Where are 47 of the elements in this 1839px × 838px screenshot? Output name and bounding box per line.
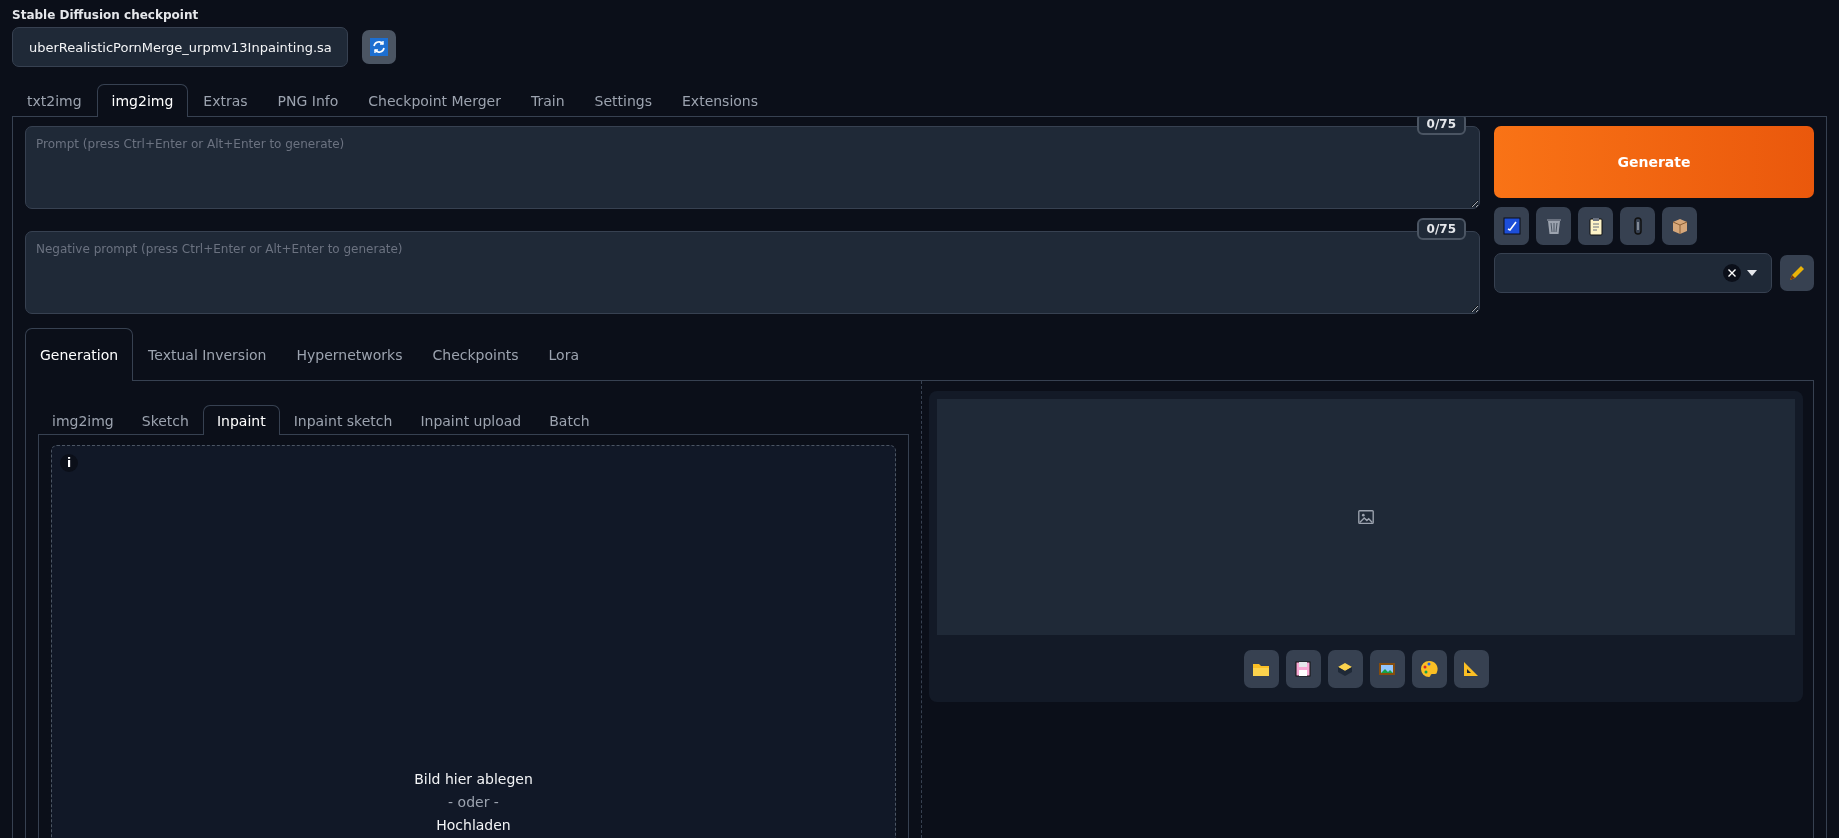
triangle-ruler-icon xyxy=(1461,659,1481,679)
info-badge: i xyxy=(60,454,78,472)
tool-button[interactable] xyxy=(1243,650,1279,688)
tab[interactable]: Lora xyxy=(533,328,595,381)
token-counter: 0/75 xyxy=(1416,218,1466,240)
tab[interactable]: PNG Info xyxy=(262,84,354,117)
tool-button[interactable] xyxy=(1453,650,1489,688)
drop-hint: Bild hier ablegen xyxy=(414,770,533,789)
tool-button[interactable] xyxy=(1327,650,1363,688)
caret-icon xyxy=(1747,270,1757,276)
image-icon xyxy=(1357,508,1375,526)
tool-button[interactable] xyxy=(1662,207,1697,245)
refresh-icon xyxy=(369,37,389,57)
tab[interactable]: Inpaint xyxy=(202,405,280,435)
pencil-icon xyxy=(1787,263,1807,283)
tab[interactable]: Textual Inversion xyxy=(133,328,282,381)
tab[interactable]: Extras xyxy=(188,84,263,117)
tab[interactable]: Extensions xyxy=(667,84,774,117)
tab[interactable]: Train xyxy=(516,84,580,117)
edit-button[interactable] xyxy=(1780,255,1814,291)
checkpoint-dropdown[interactable]: uberRealisticPornMerge_urpmv13Inpainting.sa xyxy=(12,27,348,67)
refresh-button[interactable] xyxy=(362,30,396,64)
palette-icon xyxy=(1419,659,1439,679)
tab[interactable]: img2img xyxy=(38,405,128,435)
image-drop-area[interactable]: i Bild hier ablegen - oder - Hochladen xyxy=(51,445,896,838)
tool-button[interactable] xyxy=(1578,207,1613,245)
tab[interactable]: Inpaint sketch xyxy=(279,405,407,435)
checkbox-icon xyxy=(1501,216,1522,236)
tab[interactable]: txt2img xyxy=(12,84,97,117)
tab[interactable]: Batch xyxy=(535,405,604,435)
tab[interactable]: img2img xyxy=(96,84,189,117)
tab[interactable]: Inpaint upload xyxy=(406,405,536,435)
tool-button[interactable] xyxy=(1536,207,1571,245)
separator-text: - oder - xyxy=(448,793,499,812)
tool-button[interactable] xyxy=(1285,650,1321,688)
tab[interactable]: Settings xyxy=(579,84,667,117)
tab[interactable]: Checkpoint Merger xyxy=(353,84,516,117)
token-counter: 0/75 xyxy=(1416,117,1466,135)
tool-button[interactable] xyxy=(1411,650,1447,688)
clear-icon[interactable] xyxy=(1723,264,1741,282)
upload-link[interactable]: Hochladen xyxy=(436,814,511,837)
tab[interactable]: Generation xyxy=(25,328,134,381)
tool-button[interactable] xyxy=(1369,650,1405,688)
tab[interactable]: Sketch xyxy=(127,405,203,435)
tab[interactable]: Hypernetworks xyxy=(281,328,418,381)
tab[interactable]: Checkpoints xyxy=(417,328,534,381)
checkpoint-label: Stable Diffusion checkpoint xyxy=(12,8,200,22)
